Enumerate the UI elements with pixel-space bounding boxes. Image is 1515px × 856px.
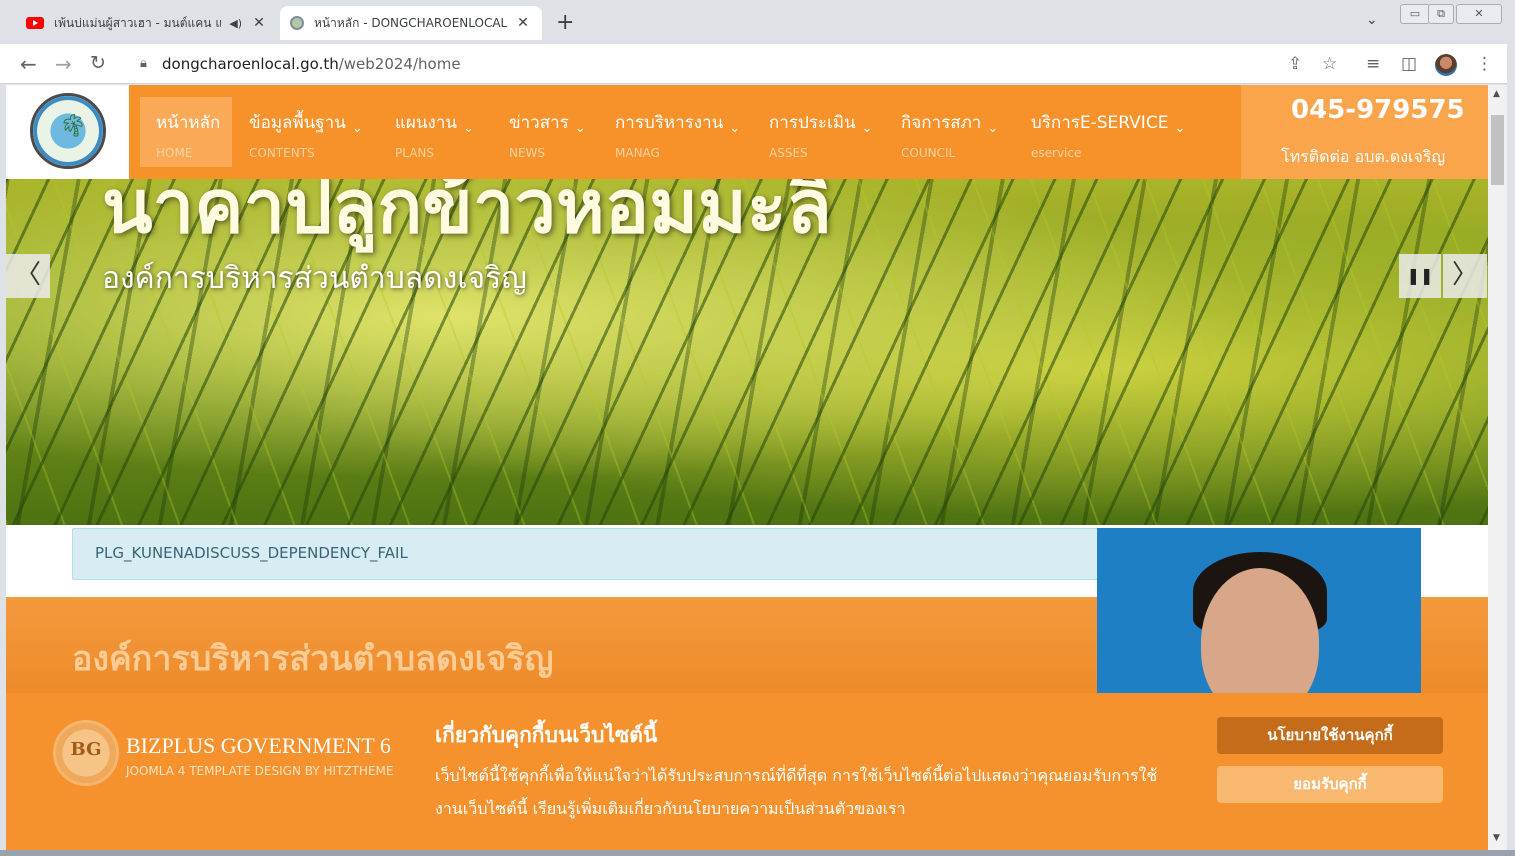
cookie-banner: BG BIZPLUS GOVERNMENT 6 JOOMLA 4 TEMPLAT…	[6, 693, 1488, 856]
nav-label: แผนงาน	[395, 113, 458, 133]
site-favicon-icon	[290, 16, 304, 30]
window-close-icon[interactable]: ✕	[1456, 4, 1502, 24]
back-icon[interactable]: ←	[20, 52, 37, 76]
page-scrollbar[interactable]: ▲ ▼	[1488, 85, 1507, 856]
url-host: dongcharoenlocal.go.th	[162, 55, 339, 73]
chevron-down-icon: ⌄	[1174, 121, 1186, 136]
site-header: 🌴︎ หน้าหลัก HOME ข้อมูลพื้นฐาน ⌄ CONTENTS…	[6, 85, 1488, 179]
logo-link[interactable]: 🌴︎	[6, 85, 129, 179]
side-panel-icon[interactable]: ◫	[1401, 54, 1417, 74]
os-taskbar	[0, 850, 1515, 856]
cookie-title: เกี่ยวกับคุกกี้บนเว็บไซต์นี้	[435, 723, 658, 747]
browser-toolbar: ← → ↻ 🔒︎ dongcharoenlocal.go.th/web2024/…	[0, 44, 1515, 84]
site-logo: 🌴︎	[30, 93, 106, 169]
accept-cookies-button[interactable]: ยอมรับคุกกี้	[1217, 766, 1443, 803]
slider-prev-button[interactable]: 〈	[6, 254, 50, 298]
phone-number[interactable]: 045-979575	[1291, 95, 1465, 125]
phone-label: โทรติดต่อ อบต.ดงเจริญ	[1281, 147, 1446, 166]
scroll-up-icon[interactable]: ▲	[1493, 89, 1500, 99]
nav-item-assess[interactable]: การประเมิน ⌄ ASSES	[769, 97, 873, 167]
nav-item-eservice[interactable]: บริการE-SERVICE ⌄ eservice	[1031, 97, 1185, 167]
hero-title: นาคาปลูกข้าวหอมมะลิ	[102, 177, 832, 250]
cookie-policy-button[interactable]: นโยบายใช้งานคุกกี้	[1217, 717, 1443, 754]
scroll-down-icon[interactable]: ▼	[1493, 833, 1500, 843]
nav-sublabel: HOME	[156, 146, 193, 160]
nav-sublabel: eservice	[1031, 146, 1082, 160]
browser-tab-youtube[interactable]: เพ้นบ่แม่นผู้สาวเฮา - มนต์แคน แก ◀) ✕	[16, 6, 278, 40]
hero-slider: นาคาปลูกข้าวหอมมะลิ องค์การบริหารส่วนตำบ…	[6, 177, 1488, 525]
url-path: /web2024/home	[338, 55, 461, 73]
nav-item-council[interactable]: กิจการสภา ⌄ COUNCIL	[901, 97, 998, 167]
chevron-down-icon: ⌄	[463, 121, 474, 136]
nav-item-news[interactable]: ข่าวสาร ⌄ NEWS	[509, 97, 586, 167]
nav-label: การประเมิน	[769, 113, 856, 133]
brand-subtitle: JOOMLA 4 TEMPLATE DESIGN BY HITZTHEME	[126, 764, 394, 778]
notice-message: PLG_KUNENADISCUSS_DEPENDENCY_FAIL	[72, 528, 1114, 580]
chevron-down-icon: ⌄	[729, 121, 741, 136]
nav-sublabel: PLANS	[395, 146, 434, 160]
profile-avatar[interactable]	[1435, 54, 1457, 76]
nav-label: กิจการสภา	[901, 113, 982, 133]
nav-sublabel: ASSES	[769, 146, 808, 160]
notice-text: PLG_KUNENADISCUSS_DEPENDENCY_FAIL	[95, 544, 408, 562]
palm-tree-icon: 🌴︎	[59, 114, 87, 139]
tab-title: หน้าหลัก - DONGCHAROENLOCAL	[314, 15, 508, 30]
chevron-down-icon: ⌄	[861, 121, 873, 136]
reading-list-icon[interactable]: ≡	[1366, 54, 1380, 74]
brand-title: BIZPLUS GOVERNMENT 6	[126, 733, 391, 758]
forward-icon[interactable]: →	[55, 52, 72, 76]
nav-item-plans[interactable]: แผนงาน ⌄ PLANS	[395, 97, 474, 167]
nav-item-contents[interactable]: ข้อมูลพื้นฐาน ⌄ CONTENTS	[249, 97, 363, 167]
audio-icon[interactable]: ◀)	[229, 17, 242, 30]
slider-pause-button[interactable]: ❚❚	[1399, 254, 1441, 298]
nav-item-home[interactable]: หน้าหลัก HOME	[140, 97, 232, 167]
minimize-icon[interactable]: ▭	[1400, 4, 1430, 24]
lock-icon[interactable]: 🔒︎	[140, 56, 147, 71]
mayor-photo	[1097, 528, 1421, 694]
new-tab-icon[interactable]: +	[556, 10, 574, 35]
chevron-down-icon: ⌄	[574, 121, 586, 136]
browser-tab-active[interactable]: หน้าหลัก - DONGCHAROENLOCAL ✕	[280, 6, 542, 40]
restore-icon[interactable]: ⧉	[1428, 4, 1454, 24]
cookie-text: เว็บไซต์นี้ใช้คุกกี้เพื่อให้แน่ใจว่าได้ร…	[435, 766, 1158, 818]
org-title: องค์การบริหารส่วนตำบลดงเจริญ	[72, 639, 554, 679]
nav-label: บริการE-SERVICE	[1031, 113, 1169, 133]
browser-tabbar: เพ้นบ่แม่นผู้สาวเฮา - มนต์แคน แก ◀) ✕ หน…	[0, 0, 1515, 44]
hero-subtitle: องค์การบริหารส่วนตำบลดงเจริญ	[102, 261, 527, 296]
nav-label: ข้อมูลพื้นฐาน	[249, 113, 346, 133]
reload-icon[interactable]: ↻	[90, 52, 106, 74]
window-border	[1507, 44, 1515, 856]
nav-label: หน้าหลัก	[156, 113, 221, 133]
scroll-thumb[interactable]	[1491, 115, 1504, 185]
chevron-down-icon: ⌄	[351, 121, 363, 136]
chevron-down-icon: ⌄	[987, 121, 999, 136]
close-tab-icon[interactable]: ✕	[250, 15, 268, 31]
nav-sublabel: NEWS	[509, 146, 546, 160]
nav-item-manage[interactable]: การบริหารงาน ⌄ MANAG	[615, 97, 740, 167]
nav-sublabel: CONTENTS	[249, 146, 315, 160]
tab-search-icon[interactable]: ⌄	[1366, 12, 1378, 28]
nav-sublabel: COUNCIL	[901, 146, 956, 160]
page-viewport: นาคาปลูกข้าวหอมมะลิ องค์การบริหารส่วนตำบ…	[6, 85, 1488, 856]
nav-label: ข่าวสาร	[509, 113, 569, 133]
share-icon[interactable]: ⇪	[1288, 54, 1302, 74]
contact-box: 045-979575 โทรติดต่อ อบต.ดงเจริญ	[1241, 85, 1488, 179]
nav-sublabel: MANAG	[615, 146, 660, 160]
bizplus-logo: BG	[53, 720, 119, 786]
youtube-icon	[26, 17, 44, 29]
nav-label: การบริหารงาน	[615, 113, 724, 133]
tab-title: เพ้นบ่แม่นผู้สาวเฮา - มนต์แคน แก	[54, 15, 222, 30]
menu-kebab-icon[interactable]: ⋮	[1476, 54, 1493, 74]
slider-next-button[interactable]: 〉	[1443, 254, 1487, 298]
main-nav: หน้าหลัก HOME ข้อมูลพื้นฐาน ⌄ CONTENTS แผ…	[129, 85, 1241, 179]
address-bar[interactable]: dongcharoenlocal.go.th/web2024/home	[162, 55, 461, 73]
bookmark-star-icon[interactable]: ☆	[1322, 54, 1337, 74]
close-tab-icon[interactable]: ✕	[514, 15, 532, 31]
